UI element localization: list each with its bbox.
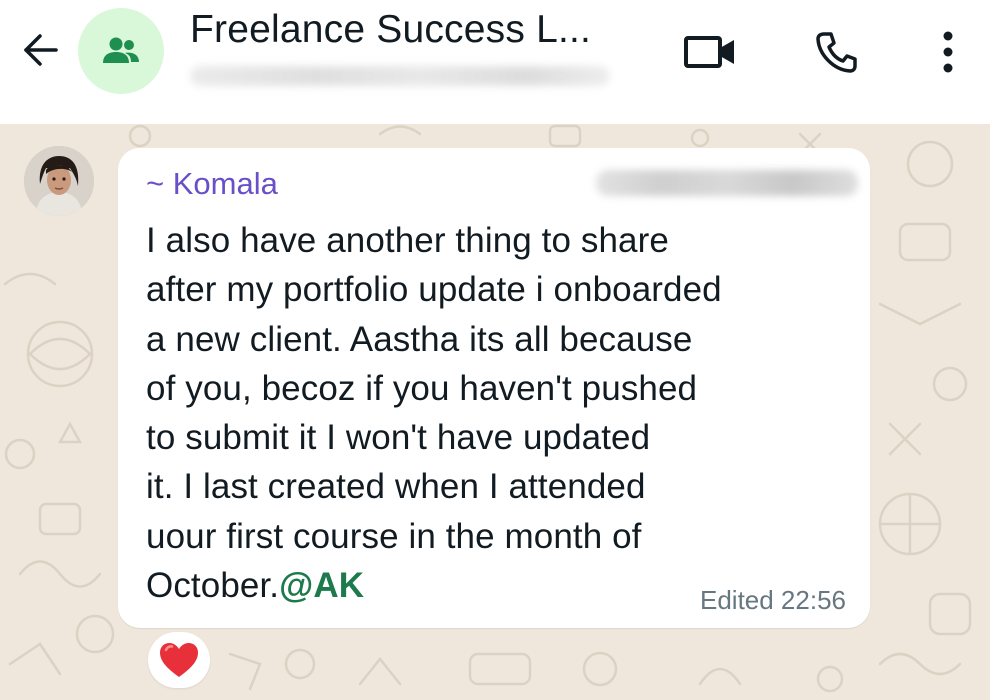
sender-avatar[interactable] [24,146,94,216]
message-bubble[interactable]: ~ Komala I also have another thing to sh… [118,148,870,628]
message-text: I also have another thing to share after… [146,216,840,610]
reaction-badge[interactable] [148,632,210,688]
phone-icon [816,32,857,73]
video-camera-icon [684,36,734,68]
blurred-phone-number [596,170,858,196]
group-avatar[interactable] [78,8,164,94]
chat-screen: Freelance Success L... ~ Komala I also h… [0,0,990,700]
message-meta: Edited 22:56 [699,585,846,615]
sender-name[interactable]: ~ Komala [146,166,278,202]
heart-emoji [160,643,198,677]
sender-row: ~ Komala [146,162,858,206]
mention-link[interactable]: @AK [279,566,364,605]
more-vertical-icon [943,31,953,73]
video-call-button[interactable] [680,22,740,82]
more-options-button[interactable] [918,22,978,82]
blurred-participants [190,66,610,86]
message-body: I also have another thing to share after… [146,221,722,606]
arrow-left-icon [24,34,58,66]
group-icon [103,37,139,63]
back-button[interactable] [14,24,66,76]
chat-area[interactable]: ~ Komala I also have another thing to sh… [0,124,990,700]
chat-header: Freelance Success L... [0,0,990,124]
voice-call-button[interactable] [806,22,866,82]
profile-photo [24,146,94,216]
chat-title-block[interactable]: Freelance Success L... [190,6,640,86]
chat-title: Freelance Success L... [190,8,592,51]
